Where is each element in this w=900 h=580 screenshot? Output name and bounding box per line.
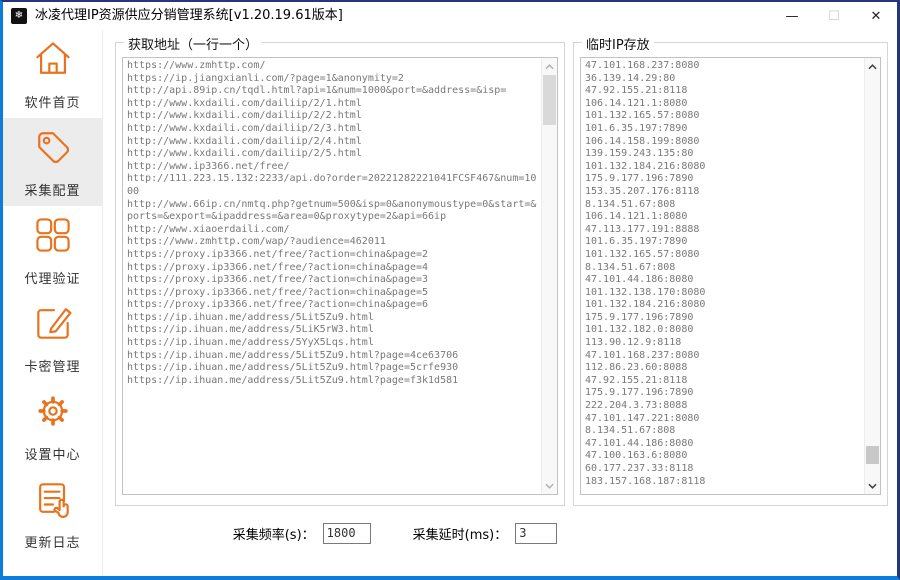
scrollbar-thumb[interactable]	[543, 75, 556, 125]
delay-label: 采集延时(ms)：	[413, 524, 508, 543]
ip-list-scrollbar[interactable]	[864, 58, 880, 494]
title-bar: ❄ 冰凌代理IP资源供应分销管理系统[v1.20.19.61版本] — ☐ ✕	[3, 2, 897, 30]
sidebar-item-card-manage[interactable]: 卡密管理	[3, 294, 102, 382]
delay-input[interactable]	[515, 523, 557, 544]
frequency-input[interactable]	[323, 523, 371, 544]
gear-icon	[31, 389, 75, 437]
fetch-address-group-title: 获取地址（一行一个）	[124, 34, 262, 53]
changelog-icon	[31, 477, 75, 525]
ip-list-content: 47.101.168.237:8080 36.139.14.29:80 47.9…	[585, 60, 861, 492]
scroll-down-icon[interactable]	[542, 478, 557, 493]
sidebar-item-collect-config[interactable]: 采集配置	[3, 118, 102, 206]
sidebar-item-label: 采集配置	[24, 180, 80, 199]
scroll-up-icon[interactable]	[865, 59, 880, 74]
sidebar-item-label: 软件首页	[24, 92, 80, 111]
sidebar-item-settings[interactable]: 设置中心	[3, 382, 102, 470]
sidebar: 软件首页 采集配置 代理验证	[3, 30, 103, 576]
minimize-button[interactable]: —	[771, 2, 813, 30]
sidebar-item-proxy-verify[interactable]: 代理验证	[3, 206, 102, 294]
sidebar-item-home[interactable]: 软件首页	[3, 30, 102, 118]
sidebar-item-label: 卡密管理	[24, 356, 80, 375]
scroll-down-icon[interactable]	[865, 478, 880, 493]
window-title: 冰凌代理IP资源供应分销管理系统[v1.20.19.61版本]	[35, 2, 343, 30]
url-list-content: https://www.zmhttp.com/ https://ip.jiang…	[127, 60, 538, 492]
frequency-label: 采集频率(s)：	[233, 524, 315, 543]
sidebar-item-changelog[interactable]: 更新日志	[3, 470, 102, 558]
maximize-button: ☐	[813, 2, 855, 30]
url-list-textarea[interactable]: https://www.zmhttp.com/ https://ip.jiang…	[122, 57, 558, 495]
temp-ip-group-title: 临时IP存放	[582, 34, 654, 53]
app-icon: ❄	[11, 8, 27, 24]
tag-icon	[31, 125, 75, 173]
fetch-address-group: 获取地址（一行一个） https://www.zmhttp.com/ https…	[115, 42, 565, 506]
grid-icon	[31, 213, 75, 261]
sidebar-item-label: 代理验证	[24, 268, 80, 287]
url-list-scrollbar[interactable]	[541, 58, 557, 494]
collect-settings-bar: 采集频率(s)： 采集延时(ms)：	[115, 521, 675, 545]
window-controls: — ☐ ✕	[771, 2, 897, 30]
scrollbar-thumb[interactable]	[866, 446, 879, 464]
ip-list-textarea[interactable]: 47.101.168.237:8080 36.139.14.29:80 47.9…	[580, 57, 881, 495]
app-window: ❄ 冰凌代理IP资源供应分销管理系统[v1.20.19.61版本] — ☐ ✕ …	[0, 0, 900, 580]
sidebar-item-label: 更新日志	[24, 532, 80, 551]
edit-icon	[31, 301, 75, 349]
temp-ip-group: 临时IP存放 47.101.168.237:8080 36.139.14.29:…	[573, 42, 888, 506]
close-button[interactable]: ✕	[855, 2, 897, 30]
home-icon	[31, 37, 75, 85]
sidebar-item-label: 设置中心	[24, 444, 80, 463]
scroll-up-icon[interactable]	[542, 59, 557, 74]
